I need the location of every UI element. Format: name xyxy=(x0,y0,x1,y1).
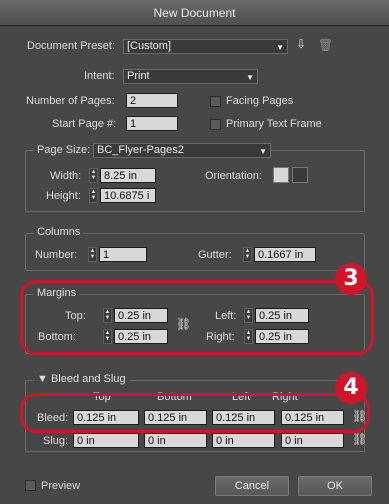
margins-highlight-outline xyxy=(20,280,374,355)
columns-number-input[interactable]: 1 xyxy=(99,247,147,262)
landscape-icon[interactable] xyxy=(292,167,308,183)
pages-input[interactable]: 2 xyxy=(126,93,178,108)
intent-dropdown[interactable]: Print ▼ xyxy=(123,69,258,84)
slug-left-input[interactable]: 0 in xyxy=(212,433,275,448)
badge-3: 3 xyxy=(335,263,367,295)
preset-dropdown[interactable]: [Custom] ▼ xyxy=(123,39,288,54)
chevron-down-icon: ▼ xyxy=(276,43,284,52)
width-input[interactable]: 8.25 in xyxy=(100,168,156,183)
page-size-label: Page Size: xyxy=(34,144,94,156)
save-preset-icon[interactable]: ⇩ xyxy=(296,37,312,53)
cancel-button[interactable]: Cancel xyxy=(215,476,289,496)
preview-checkbox[interactable] xyxy=(25,480,36,491)
slug-label: Slug: xyxy=(43,435,69,447)
height-stepper[interactable]: ▲ ▼ xyxy=(89,188,98,203)
height-label: Height: xyxy=(46,190,81,202)
preset-label: Document Preset: xyxy=(27,40,116,52)
page-size-dropdown[interactable]: BC_Flyer-Pages2 ▼ xyxy=(93,143,271,158)
slug-top-input[interactable]: 0 in xyxy=(73,433,139,448)
columns-title: Columns xyxy=(34,226,84,238)
trash-icon[interactable]: 🗑 xyxy=(318,38,333,54)
bleed-slug-title: Bleed and Slug xyxy=(50,373,126,385)
intent-label: Intent: xyxy=(84,70,115,82)
pages-label: Number of Pages: xyxy=(26,95,115,107)
bleed-slug-toggle[interactable]: ▼ Bleed and Slug xyxy=(34,373,129,385)
window-title: New Document xyxy=(0,0,389,26)
slug-bottom-input[interactable]: 0 in xyxy=(144,433,207,448)
disclosure-triangle-icon: ▼ xyxy=(37,373,51,385)
badge-4: 4 xyxy=(335,372,367,404)
preview-label: Preview xyxy=(41,480,81,492)
page-size-value: BC_Flyer-Pages2 xyxy=(97,144,184,156)
columns-stepper[interactable]: ▲ ▼ xyxy=(88,247,97,262)
start-page-input[interactable]: 1 xyxy=(126,116,178,131)
slug-right-input[interactable]: 0 in xyxy=(281,433,344,448)
gutter-label: Gutter: xyxy=(198,249,232,261)
primary-text-frame-label: Primary Text Frame xyxy=(226,118,322,130)
chevron-down-icon: ▼ xyxy=(259,147,267,156)
portrait-icon[interactable] xyxy=(273,167,289,183)
height-input[interactable]: 10.6875 i xyxy=(100,188,156,203)
start-page-label: Start Page #: xyxy=(52,118,117,130)
intent-value: Print xyxy=(127,70,150,82)
columns-number-label: Number: xyxy=(35,249,78,261)
gutter-input[interactable]: 0.1667 in xyxy=(254,247,316,262)
gutter-stepper[interactable]: ▲ ▼ xyxy=(243,247,252,262)
ok-button[interactable]: OK xyxy=(298,476,372,496)
preset-value: [Custom] xyxy=(127,40,172,52)
slug-chain-link-icon[interactable]: ⛓ xyxy=(352,432,367,446)
facing-pages-checkbox[interactable] xyxy=(210,96,221,107)
orientation-label: Orientation: xyxy=(205,170,262,182)
width-label: Width: xyxy=(50,170,82,182)
bleed-highlight-outline xyxy=(20,393,370,433)
primary-text-frame-checkbox[interactable] xyxy=(210,119,221,130)
width-stepper[interactable]: ▲ ▼ xyxy=(89,168,98,183)
chevron-down-icon: ▼ xyxy=(246,73,254,82)
facing-pages-label: Facing Pages xyxy=(226,95,294,107)
